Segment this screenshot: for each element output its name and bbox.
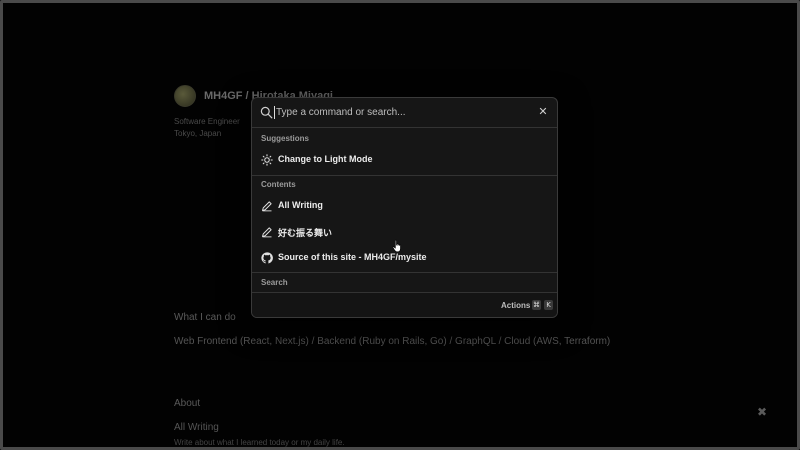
palette-footer: Actions ⌘ K <box>252 292 557 317</box>
app-window: MH4GF / Hirotaka Miyagi Software Enginee… <box>0 0 800 450</box>
shortcut-key-k: K <box>544 300 553 310</box>
divider <box>252 272 557 273</box>
command-label: All Writing <box>278 200 323 210</box>
search-icon <box>260 106 273 119</box>
group-label-contents: Contents <box>261 180 296 189</box>
command-label: 好む振る舞い <box>278 228 333 238</box>
profile-role-title: Software Engineer <box>174 117 240 126</box>
divider <box>252 175 557 176</box>
shortcut-key-command: ⌘ <box>532 300 541 310</box>
command-all-writing[interactable]: All Writing <box>252 194 557 218</box>
command-preferred-behavior[interactable]: 好む振る舞い <box>252 220 557 244</box>
profile-role: Software Engineer Tokyo, Japan <box>174 116 240 140</box>
about-heading: About <box>174 398 201 409</box>
command-change-light-mode[interactable]: Change to Light Mode <box>252 148 557 172</box>
what-i-can-do-text: Web Frontend (React, Next.js) / Backend … <box>174 336 611 347</box>
all-writing-description: Write about what I learned today or my d… <box>174 438 345 447</box>
group-label-suggestions: Suggestions <box>261 134 310 143</box>
text-caret <box>274 106 275 119</box>
search-input[interactable] <box>276 104 526 121</box>
close-icon[interactable]: ✕ <box>537 106 549 118</box>
what-i-can-do-heading: What I can do <box>174 312 236 323</box>
search-bar: ✕ <box>252 98 557 128</box>
pencil-icon <box>262 227 272 238</box>
command-label: Change to Light Mode <box>278 154 373 164</box>
actions-label[interactable]: Actions <box>501 301 530 310</box>
command-palette: ✕ Suggestions Change to Light Mode <box>251 97 558 318</box>
github-icon <box>261 252 273 264</box>
all-writing-link[interactable]: All Writing <box>174 422 219 433</box>
avatar <box>174 85 196 107</box>
close-icon[interactable]: ✖ <box>755 405 769 419</box>
sun-icon <box>261 154 273 166</box>
hand-pointer-icon <box>392 239 401 253</box>
group-label-search: Search <box>261 278 288 287</box>
command-label: Source of this site - MH4GF/mysite <box>278 252 427 262</box>
profile-location: Tokyo, Japan <box>174 129 222 138</box>
pencil-icon <box>262 201 272 212</box>
command-source-of-site[interactable]: Source of this site - MH4GF/mysite <box>252 246 557 270</box>
